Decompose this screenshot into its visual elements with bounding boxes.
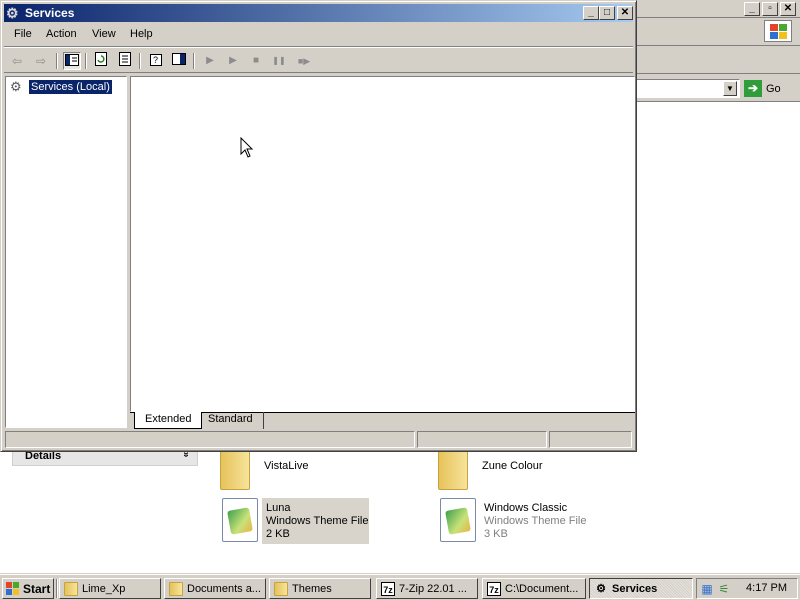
system-tray: ▦ ⚟ 4:17 PM xyxy=(696,578,798,599)
file-size: 2 KB xyxy=(266,528,290,540)
console-tree-pane[interactable]: ⚙ Services (Local) xyxy=(5,76,127,428)
file-name: Luna xyxy=(266,502,291,514)
theme-file-icon xyxy=(220,498,262,544)
gear-icon: ⚙ xyxy=(6,5,19,21)
help-icon[interactable]: ? xyxy=(147,52,165,70)
start-button[interactable]: Start xyxy=(2,578,54,599)
folder-icon xyxy=(436,446,478,492)
7zip-icon: 7z xyxy=(381,581,395,596)
close-button[interactable]: ✕ xyxy=(617,6,633,20)
forward-arrow-icon[interactable]: ⇨ xyxy=(32,52,50,70)
address-input[interactable]: ▼ xyxy=(636,79,740,98)
maximize-button[interactable]: □ xyxy=(599,6,615,20)
go-button[interactable]: ➔ Go xyxy=(744,79,792,98)
view-tabs: Extended Standard xyxy=(130,412,635,429)
status-bar xyxy=(4,431,633,449)
taskbar-button-lime-xp[interactable]: Lime_Xp xyxy=(59,578,161,599)
menu-action[interactable]: Action xyxy=(46,28,77,40)
taskbar-button-themes[interactable]: Themes xyxy=(269,578,371,599)
taskbar: Start Lime_Xp Documents a... Themes 7z 7… xyxy=(0,574,800,600)
taskbar-button-label: Lime_Xp xyxy=(82,582,126,595)
menu-file[interactable]: File xyxy=(14,28,32,40)
stop-service-icon[interactable]: ■ xyxy=(247,52,265,70)
file-item-windows-classic[interactable]: Windows Classic Windows Theme File 3 KB xyxy=(438,498,587,544)
volume-icon[interactable]: ⚟ xyxy=(716,581,732,597)
bg-minimize-button[interactable]: _ xyxy=(744,2,760,16)
taskbar-button-label: Themes xyxy=(292,582,332,595)
bg-titlebar: _ ▫ ✕ xyxy=(636,0,800,18)
tab-extended[interactable]: Extended xyxy=(134,412,203,429)
menu-help[interactable]: Help xyxy=(130,28,153,40)
details-pane[interactable] xyxy=(130,76,635,412)
status-cell-2 xyxy=(417,431,547,448)
taskbar-button-label: C:\Document... xyxy=(505,582,579,595)
windows-flag-icon xyxy=(6,581,20,596)
bg-address-bar: ▼ ➔ Go xyxy=(636,74,800,102)
services-titlebar[interactable]: ⚙ Services _ □ ✕ xyxy=(4,4,633,22)
tab-standard[interactable]: Standard xyxy=(198,412,264,429)
7zip-icon: 7z xyxy=(487,581,501,596)
menu-bar: File Action View Help xyxy=(4,23,633,47)
file-name: Zune Colour xyxy=(482,460,543,472)
file-name: Windows Classic xyxy=(484,502,568,514)
gear-icon: ⚙ xyxy=(596,582,606,595)
start-service-icon[interactable]: ▶ xyxy=(201,52,219,70)
menu-view[interactable]: View xyxy=(92,28,116,40)
address-dropdown-icon[interactable]: ▼ xyxy=(723,81,737,96)
taskbar-button-label: Services xyxy=(612,582,658,595)
tree-node-label: Services (Local) xyxy=(29,80,112,94)
start-label: Start xyxy=(23,581,51,596)
tree-node-services-local[interactable]: ⚙ Services (Local) xyxy=(10,79,112,95)
file-size: 3 KB xyxy=(484,528,508,540)
file-type: Windows Theme File xyxy=(266,515,369,527)
go-arrow-icon: ➔ xyxy=(744,80,762,97)
bg-toolbar xyxy=(636,46,800,74)
file-item-vistalive[interactable]: VistaLive xyxy=(218,446,308,492)
status-cell-3 xyxy=(549,431,632,448)
file-name: VistaLive xyxy=(264,460,309,472)
taskbar-button-7zip[interactable]: 7z 7-Zip 22.01 ... xyxy=(376,578,478,599)
chevron-down-icon[interactable]: » xyxy=(181,452,192,458)
folder-icon xyxy=(169,581,183,596)
gear-icon: ⚙ xyxy=(10,79,22,94)
minimize-button[interactable]: _ xyxy=(583,6,599,20)
clock[interactable]: 4:17 PM xyxy=(746,582,787,594)
restart-service-icon[interactable]: ■▶ xyxy=(293,52,315,70)
export-list-icon[interactable] xyxy=(116,52,134,70)
taskbar-button-documents[interactable]: Documents a... xyxy=(164,578,266,599)
file-item-zune-colour[interactable]: Zune Colour xyxy=(436,446,543,492)
folder-icon xyxy=(274,581,288,596)
show-hide-console-tree-icon[interactable] xyxy=(63,52,81,70)
svg-text:?: ? xyxy=(153,55,158,65)
file-type: Windows Theme File xyxy=(484,515,587,527)
window-title: Services xyxy=(25,6,75,20)
taskbar-button-services[interactable]: ⚙ Services xyxy=(589,578,693,599)
folder-icon xyxy=(218,446,260,492)
taskbar-button-label: Documents a... xyxy=(187,582,261,595)
bg-close-button[interactable]: ✕ xyxy=(780,2,796,16)
theme-file-icon xyxy=(438,498,480,544)
resume-service-icon[interactable]: ▶ xyxy=(224,52,242,70)
taskbar-button-label: 7-Zip 22.01 ... xyxy=(399,582,467,595)
status-cell-main xyxy=(5,431,415,448)
bg-restore-button[interactable]: ▫ xyxy=(762,2,778,16)
refresh-icon[interactable] xyxy=(92,52,110,70)
bg-menubar xyxy=(636,18,800,46)
services-window: ⚙ Services _ □ ✕ File Action View Help ⇦… xyxy=(0,0,637,452)
back-arrow-icon[interactable]: ⇦ xyxy=(8,52,26,70)
pause-service-icon[interactable]: ❚❚ xyxy=(270,52,288,70)
network-icon[interactable]: ▦ xyxy=(699,581,715,597)
windows-logo-icon xyxy=(764,20,792,42)
go-label: Go xyxy=(766,82,781,95)
taskbar-button-7zip-documents[interactable]: 7z C:\Document... xyxy=(482,578,586,599)
show-hide-action-pane-icon[interactable] xyxy=(170,52,188,70)
mouse-cursor-icon xyxy=(240,137,254,158)
folder-icon xyxy=(64,581,78,596)
toolbar: ⇦ ⇨ ? ▶ ▶ ■ ❚❚ ■▶ xyxy=(4,49,633,73)
file-item-luna[interactable]: Luna Windows Theme File 2 KB xyxy=(220,498,369,544)
